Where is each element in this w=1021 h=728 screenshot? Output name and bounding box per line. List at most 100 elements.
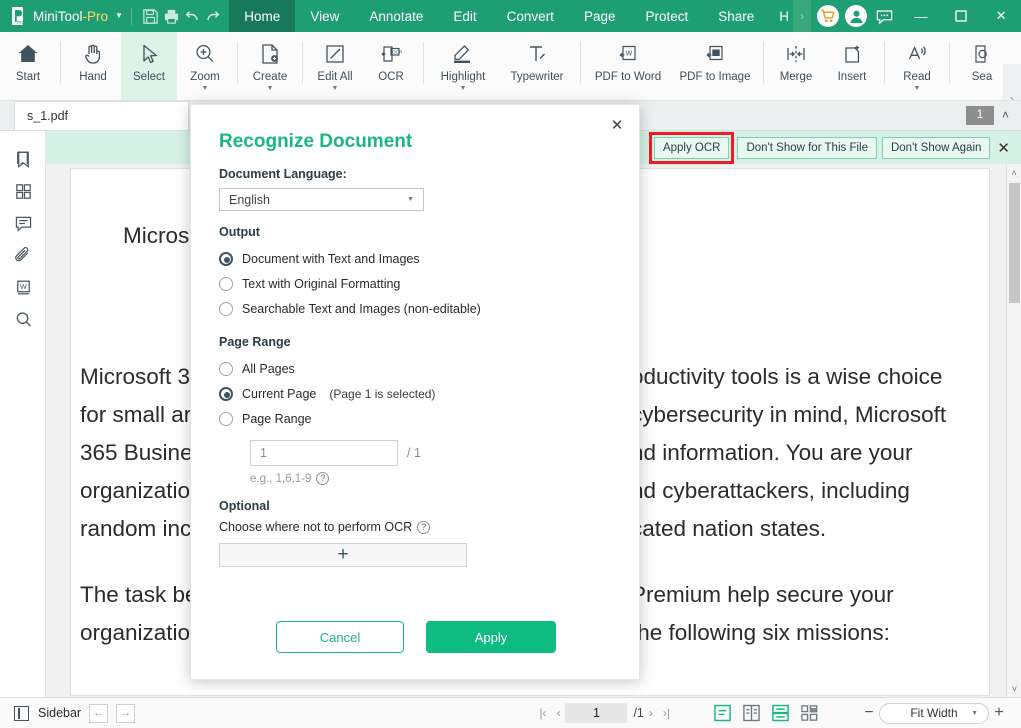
- scrollbar-thumb[interactable]: [1009, 183, 1020, 303]
- toolbar-button-search[interactable]: Sea: [954, 32, 1010, 100]
- add-exclusion-area-button[interactable]: +: [219, 543, 467, 567]
- radio-indicator[interactable]: [219, 386, 233, 401]
- help-circle-icon[interactable]: ?: [417, 520, 431, 534]
- two-page-view-icon[interactable]: [742, 704, 761, 722]
- radio-page-page-range[interactable]: Page Range: [219, 406, 613, 431]
- print-icon[interactable]: [161, 1, 182, 31]
- menu-item-annotate[interactable]: Annotate: [354, 0, 438, 32]
- edit-pencil-square-icon: [323, 39, 347, 69]
- help-circle-icon[interactable]: ?: [316, 472, 330, 485]
- sidebar-toggle[interactable]: Sidebar: [14, 705, 81, 721]
- radio-output-text-original-formatting[interactable]: Text with Original Formatting: [219, 271, 613, 296]
- radio-output-document-text-images[interactable]: Document with Text and Images: [219, 246, 613, 271]
- radio-page-current-page[interactable]: Current Page (Page 1 is selected): [219, 381, 613, 406]
- scroll-up-icon[interactable]: ˄: [1007, 164, 1021, 181]
- search-icon[interactable]: [6, 303, 40, 335]
- shopping-cart-icon[interactable]: [817, 5, 840, 27]
- chevron-down-icon[interactable]: ▼: [202, 85, 209, 92]
- toolbar-button-read[interactable]: Read ▼: [889, 32, 945, 100]
- radio-output-searchable-text-images[interactable]: Searchable Text and Images (non-editable…: [219, 296, 613, 321]
- cancel-button[interactable]: Cancel: [276, 621, 404, 653]
- chevron-down-icon[interactable]: ▼: [407, 196, 414, 203]
- toolbar-button-pdf-to-word[interactable]: W PDF to Word: [585, 32, 671, 100]
- radio-indicator[interactable]: [219, 276, 233, 291]
- menu-item-home[interactable]: Home: [229, 0, 296, 32]
- toolbar-button-start[interactable]: Start: [0, 32, 56, 100]
- radio-indicator[interactable]: [219, 301, 233, 316]
- chevron-down-icon[interactable]: ▼: [267, 85, 274, 92]
- chevron-down-icon[interactable]: ▼: [971, 710, 978, 717]
- nav-back-button[interactable]: ←: [89, 703, 109, 723]
- dont-show-for-this-file-button[interactable]: Don't Show for This File: [737, 136, 877, 159]
- maximize-button[interactable]: [941, 0, 981, 32]
- toolbar-button-edit-all[interactable]: Edit All ▼: [307, 32, 363, 100]
- comments-icon[interactable]: [6, 207, 40, 239]
- toolbar-button-merge[interactable]: Merge: [768, 32, 824, 100]
- menu-item-view[interactable]: View: [295, 0, 354, 32]
- toolbar-button-hand[interactable]: Hand: [65, 32, 121, 100]
- close-icon[interactable]: ✕: [995, 139, 1016, 157]
- chevron-down-icon[interactable]: ▼: [914, 85, 921, 92]
- menu-item-edit[interactable]: Edit: [438, 0, 491, 32]
- divider: [423, 42, 424, 84]
- thumbnails-icon[interactable]: [6, 175, 40, 207]
- first-page-icon[interactable]: |‹: [534, 706, 551, 720]
- toolbar-button-create[interactable]: Create ▼: [242, 32, 298, 100]
- recognize-document-dialog: ✕ Recognize Document Document Language: …: [190, 104, 640, 680]
- radio-indicator[interactable]: [219, 411, 233, 426]
- toolbar-button-select[interactable]: Select: [121, 32, 177, 100]
- undo-icon[interactable]: [181, 1, 202, 31]
- scroll-down-icon[interactable]: ˅: [1007, 680, 1021, 697]
- toolbar-button-pdf-to-image[interactable]: PDF to Image: [671, 32, 759, 100]
- menu-item-share[interactable]: Share: [703, 0, 769, 32]
- zoom-in-button[interactable]: +: [989, 704, 1009, 722]
- radio-page-all-pages[interactable]: All Pages: [219, 356, 613, 381]
- close-button[interactable]: ✕: [981, 0, 1021, 32]
- page-range-input[interactable]: 1: [250, 440, 398, 466]
- word-export-icon[interactable]: W: [6, 271, 40, 303]
- single-page-view-icon[interactable]: [713, 704, 732, 722]
- chevron-down-icon[interactable]: ▼: [115, 12, 123, 20]
- close-icon[interactable]: ✕: [607, 115, 627, 135]
- toolbar-button-highlight[interactable]: Highlight ▼: [428, 32, 498, 100]
- radio-indicator[interactable]: [219, 361, 233, 376]
- document-language-select[interactable]: English ▼: [219, 188, 424, 211]
- document-tab[interactable]: s_1.pdf: [14, 101, 189, 130]
- attachments-icon[interactable]: [6, 239, 40, 271]
- menu-overflow-icon[interactable]: ›: [793, 0, 812, 32]
- last-page-icon[interactable]: ›|: [658, 706, 675, 720]
- menu-item-page[interactable]: Page: [569, 0, 631, 32]
- zoom-level-select[interactable]: Fit Width ▼: [879, 702, 989, 724]
- toolbar-button-ocr[interactable]: OCR OCR: [363, 32, 419, 100]
- prev-page-icon[interactable]: ‹: [551, 706, 565, 720]
- save-icon[interactable]: [140, 1, 161, 31]
- chat-bubble-icon[interactable]: [867, 0, 901, 32]
- user-account-icon[interactable]: [845, 5, 868, 27]
- chevron-down-icon[interactable]: ▼: [460, 85, 467, 92]
- vertical-scrollbar-track[interactable]: ˄ ˅: [1006, 164, 1021, 697]
- next-page-icon[interactable]: ›: [644, 706, 658, 720]
- redo-icon[interactable]: [202, 1, 223, 31]
- nav-forward-button[interactable]: →: [116, 703, 136, 723]
- bookmark-icon[interactable]: [6, 143, 40, 175]
- apply-button[interactable]: Apply: [426, 621, 556, 653]
- current-page-input[interactable]: 1: [565, 703, 628, 723]
- toolbar-button-insert[interactable]: Insert: [824, 32, 880, 100]
- chevron-down-icon[interactable]: ▼: [332, 85, 339, 92]
- zoom-out-button[interactable]: −: [859, 704, 879, 722]
- chevron-up-icon[interactable]: ˄: [1002, 108, 1015, 122]
- zoom-level-value: Fit Width: [910, 706, 958, 720]
- toolbar-button-typewriter[interactable]: Typewriter: [498, 32, 576, 100]
- apply-ocr-button[interactable]: Apply OCR: [653, 136, 730, 159]
- chevron-right-icon[interactable]: ›: [1003, 64, 1021, 100]
- menu-item-convert[interactable]: Convert: [492, 0, 569, 32]
- divider: [763, 42, 764, 84]
- menu-item-protect[interactable]: Protect: [630, 0, 703, 32]
- dont-show-again-button[interactable]: Don't Show Again: [881, 136, 991, 159]
- menu-item-help[interactable]: H: [769, 0, 793, 32]
- grid-view-icon[interactable]: [800, 704, 819, 722]
- toolbar-button-zoom[interactable]: Zoom ▼: [177, 32, 233, 100]
- radio-indicator[interactable]: [219, 251, 233, 266]
- continuous-scroll-icon[interactable]: [771, 704, 790, 722]
- minimize-button[interactable]: —: [901, 0, 941, 32]
